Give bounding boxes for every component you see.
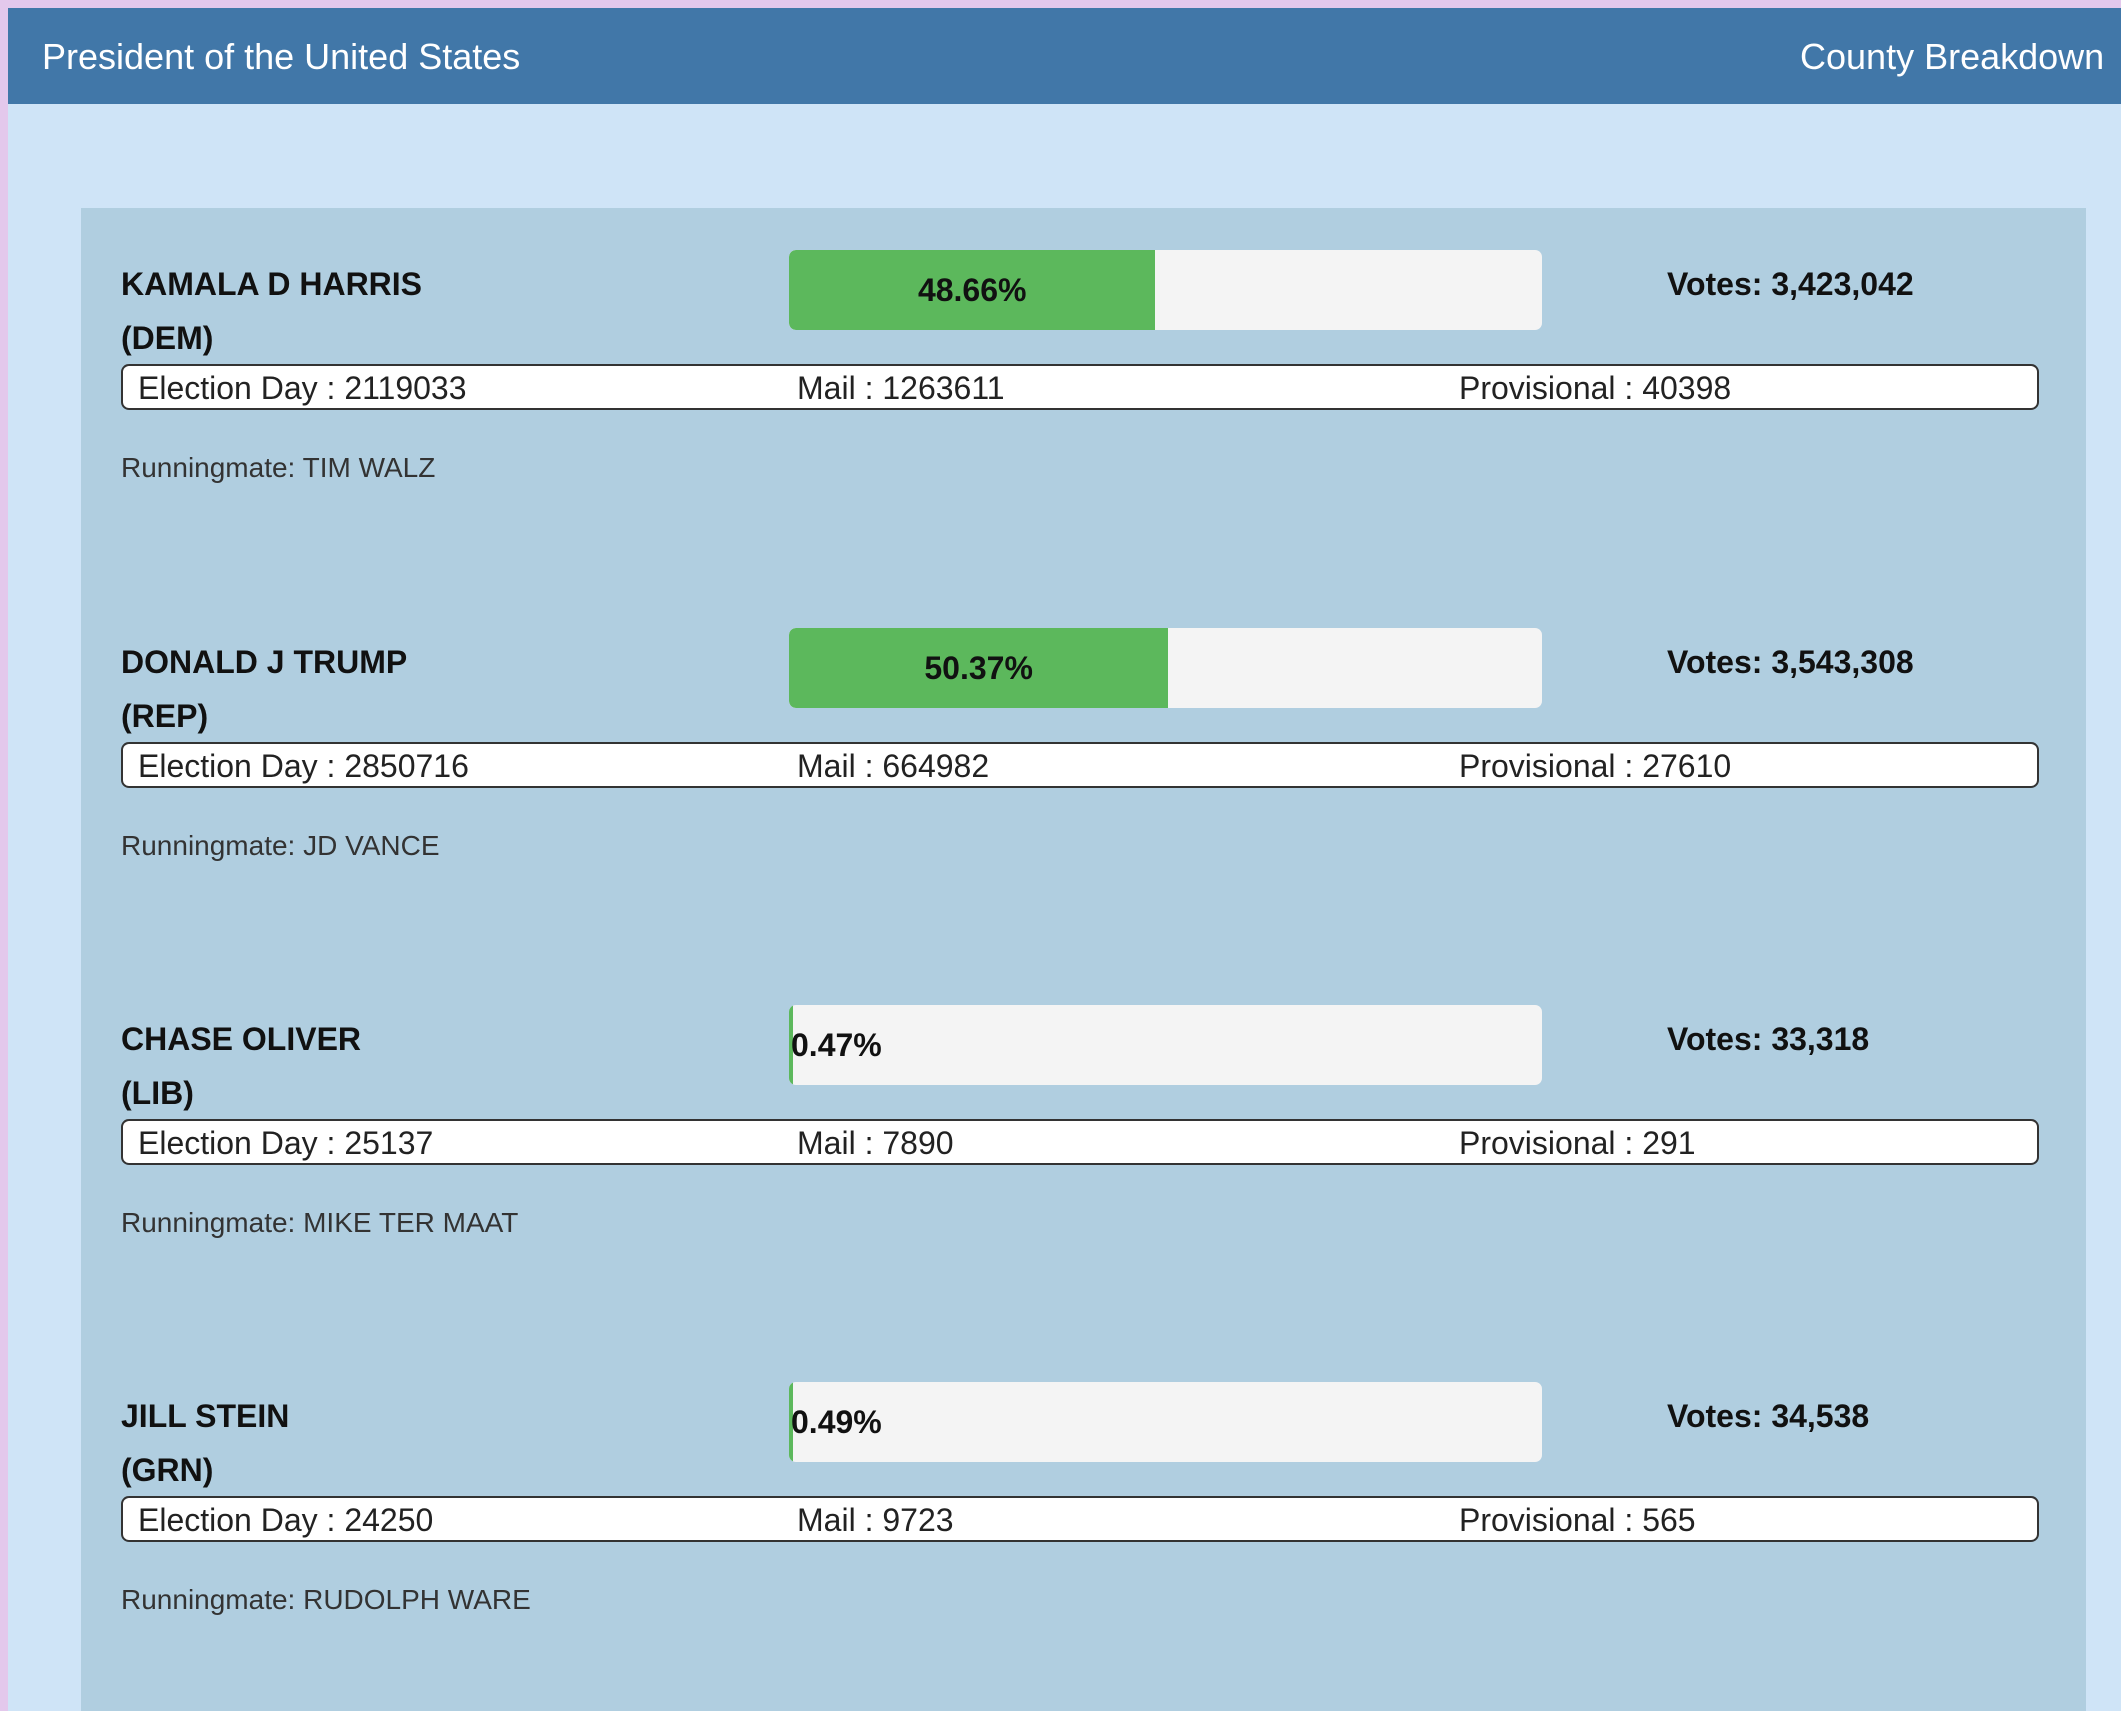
- vote-breakdown: Election Day : 24250 Mail : 9723 Provisi…: [121, 1496, 2039, 1542]
- vote-total: Votes: 34,538: [1667, 1398, 1870, 1434]
- percent-label: 48.66%: [917, 272, 1027, 308]
- candidate-party: (LIB): [121, 1075, 194, 1111]
- election-day-count: Election Day : 25137: [138, 1125, 434, 1161]
- provisional-count: Provisional : 565: [1459, 1502, 1696, 1538]
- candidate-party: (GRN): [121, 1452, 214, 1488]
- candidate-result: DONALD J TRUMP (REP) 50.37% Votes: 3,543…: [81, 628, 2086, 942]
- percent-bar: 0.49%: [789, 1382, 1542, 1462]
- runningmate: Runningmate: MIKE TER MAAT: [121, 1207, 519, 1238]
- county-breakdown-link[interactable]: County Breakdown: [1800, 37, 2104, 77]
- percent-bar: 50.37%: [789, 628, 1542, 708]
- percent-label: 0.49%: [791, 1404, 882, 1440]
- vote-breakdown: Election Day : 25137 Mail : 7890 Provisi…: [121, 1119, 2039, 1165]
- candidate-name: CHASE OLIVER: [121, 1021, 362, 1057]
- vote-total: Votes: 33,318: [1667, 1021, 1870, 1057]
- election-day-count: Election Day : 2850716: [138, 748, 469, 784]
- provisional-count: Provisional : 40398: [1459, 370, 1732, 406]
- runningmate: Runningmate: RUDOLPH WARE: [121, 1584, 531, 1615]
- mail-count: Mail : 9723: [797, 1502, 954, 1538]
- candidate-result: KAMALA D HARRIS (DEM) 48.66% Votes: 3,42…: [81, 250, 2086, 564]
- page-frame: President of the United States County Br…: [8, 8, 2121, 1711]
- election-day-count: Election Day : 2119033: [138, 370, 467, 406]
- vote-breakdown: Election Day : 2850716 Mail : 664982 Pro…: [121, 742, 2039, 788]
- vote-total: Votes: 3,543,308: [1667, 644, 1914, 680]
- candidate-result: JILL STEIN (GRN) 0.49% Votes: 34,538 Ele…: [81, 1382, 2086, 1696]
- contest-title: President of the United States: [42, 36, 521, 77]
- candidate-party: (REP): [121, 698, 209, 734]
- election-day-count: Election Day : 24250: [138, 1502, 434, 1538]
- vote-breakdown: Election Day : 2119033 Mail : 1263611 Pr…: [121, 364, 2039, 410]
- candidate-name: KAMALA D HARRIS: [121, 266, 423, 302]
- candidate-result: CHASE OLIVER (LIB) 0.47% Votes: 33,318 E…: [81, 1005, 2086, 1319]
- percent-label: 50.37%: [924, 650, 1033, 686]
- percent-bar: 0.47%: [789, 1005, 1542, 1085]
- percent-label: 0.47%: [791, 1027, 882, 1063]
- mail-count: Mail : 7890: [797, 1125, 954, 1161]
- candidate-name: JILL STEIN: [121, 1398, 290, 1434]
- contest-header: President of the United States County Br…: [8, 8, 2121, 104]
- results-panel: KAMALA D HARRIS (DEM) 48.66% Votes: 3,42…: [81, 208, 2086, 1711]
- runningmate: Runningmate: TIM WALZ: [121, 452, 436, 483]
- candidate-name: DONALD J TRUMP: [121, 644, 408, 680]
- mail-count: Mail : 664982: [797, 748, 990, 784]
- percent-bar: 48.66%: [789, 250, 1542, 330]
- candidate-party: (DEM): [121, 320, 214, 356]
- vote-total: Votes: 3,423,042: [1667, 266, 1914, 302]
- provisional-count: Provisional : 291: [1459, 1125, 1696, 1161]
- mail-count: Mail : 1263611: [797, 370, 1005, 406]
- provisional-count: Provisional : 27610: [1459, 748, 1732, 784]
- runningmate: Runningmate: JD VANCE: [121, 830, 440, 861]
